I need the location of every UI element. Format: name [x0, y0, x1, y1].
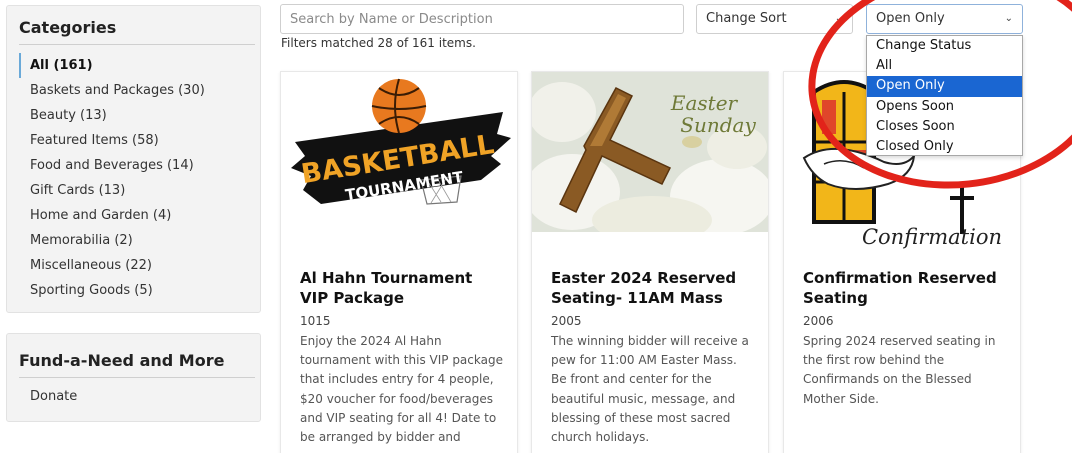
category-list: All (161) Baskets and Packages (30) Beau…	[19, 53, 255, 303]
fund-divider	[19, 377, 255, 378]
category-item-food[interactable]: Food and Beverages (14)	[19, 153, 255, 178]
category-item-baskets[interactable]: Baskets and Packages (30)	[19, 78, 255, 103]
category-item-memorabilia[interactable]: Memorabilia (2)	[19, 228, 255, 253]
fund-item-donate[interactable]: Donate	[30, 389, 77, 404]
item-title[interactable]: Al Hahn Tournament VIP Package	[300, 268, 505, 308]
item-number: 2005	[551, 314, 582, 328]
status-option-opens-soon[interactable]: Opens Soon	[867, 97, 1022, 117]
fund-panel: Fund-a-Need and More Donate	[6, 333, 261, 422]
item-description: Enjoy the 2024 Al Hahn tournament with t…	[300, 334, 503, 445]
sort-select-value: Change Sort	[706, 11, 787, 26]
status-option-all[interactable]: All	[867, 56, 1022, 76]
category-item-gift-cards[interactable]: Gift Cards (13)	[19, 178, 255, 203]
category-item-miscellaneous[interactable]: Miscellaneous (22)	[19, 253, 255, 278]
sort-select[interactable]: Change Sort ⌄	[696, 4, 853, 34]
item-title[interactable]: Easter 2024 Reserved Seating- 11AM Mass	[551, 268, 756, 308]
image-text-confirmation: Confirmation	[862, 225, 1002, 249]
item-description: Spring 2024 reserved seating in the firs…	[803, 334, 996, 406]
fund-title: Fund-a-Need and More	[19, 351, 225, 370]
categories-divider	[19, 44, 255, 45]
category-item-all[interactable]: All (161)	[19, 53, 255, 78]
filter-result-text: Filters matched 28 of 161 items.	[281, 36, 476, 50]
category-item-beauty[interactable]: Beauty (13)	[19, 103, 255, 128]
status-select-value: Open Only	[876, 11, 945, 26]
status-dropdown-list: Change Status All Open Only Opens Soon C…	[866, 35, 1023, 156]
categories-panel: Categories All (161) Baskets and Package…	[6, 5, 261, 313]
image-text-sunday: Sunday	[680, 113, 756, 137]
search-input[interactable]	[280, 4, 684, 34]
category-item-home-garden[interactable]: Home and Garden (4)	[19, 203, 255, 228]
basketball-tournament-image[interactable]: BASKETBALL TOURNAMENT	[281, 72, 517, 232]
easter-cross-image[interactable]: Easter Sunday	[532, 72, 768, 232]
chevron-down-icon: ⌄	[1004, 13, 1013, 24]
categories-title: Categories	[19, 18, 117, 37]
item-number: 1015	[300, 314, 331, 328]
status-option-closed-only[interactable]: Closed Only	[867, 137, 1022, 157]
item-card[interactable]: BASKETBALL TOURNAMENT Al Hahn Tournament…	[280, 71, 518, 453]
status-option-open-only[interactable]: Open Only	[867, 76, 1022, 97]
status-option-closes-soon[interactable]: Closes Soon	[867, 117, 1022, 137]
item-description: The winning bidder will receive a pew fo…	[551, 334, 749, 445]
item-number: 2006	[803, 314, 834, 328]
category-item-sporting-goods[interactable]: Sporting Goods (5)	[19, 278, 255, 303]
chevron-down-icon: ⌄	[834, 13, 843, 24]
image-text-easter: Easter	[670, 91, 739, 115]
item-card[interactable]: Easter Sunday Easter 2024 Reserved Seati…	[531, 71, 769, 453]
status-option-change-status[interactable]: Change Status	[867, 36, 1022, 56]
item-title[interactable]: Confirmation Reserved Seating	[803, 268, 1008, 308]
category-item-featured[interactable]: Featured Items (58)	[19, 128, 255, 153]
status-select[interactable]: Open Only ⌄	[866, 4, 1023, 34]
